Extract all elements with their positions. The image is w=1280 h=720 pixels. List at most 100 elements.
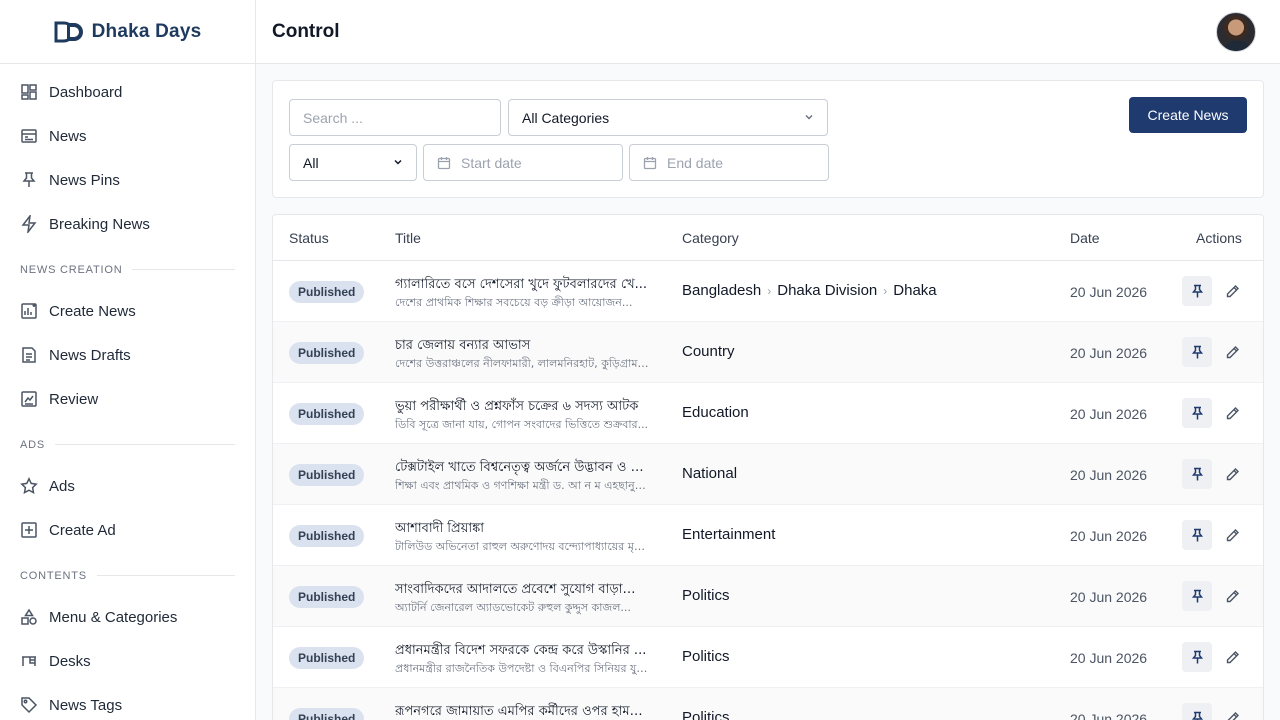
pin-icon <box>1191 711 1203 720</box>
news-summary: অ্যাটর্নি জেনারেল অ্যাডভোকেট রুহুল কুদ্দ… <box>395 601 631 614</box>
brand-logo-icon <box>54 21 83 42</box>
pin-button[interactable] <box>1182 398 1212 428</box>
avatar[interactable] <box>1216 11 1256 52</box>
brand[interactable]: Dhaka Days <box>0 0 255 64</box>
table-row[interactable]: Published গ্যালারিতে বসে দেশসেরা খুদে ফুট… <box>273 261 1263 322</box>
news-date: 20 Jun 2026 <box>1070 284 1148 300</box>
edit-button[interactable] <box>1220 581 1244 611</box>
sidebar-item-label: Menu & Categories <box>49 608 178 626</box>
star-icon <box>20 477 38 495</box>
create-news-button[interactable]: Create News <box>1129 97 1247 133</box>
table-header: Status Title Category Date Actions <box>273 215 1263 261</box>
news-title[interactable]: ভুয়া পরীক্ষার্থী ও প্রশ্নফাঁস চক্রের ৬ … <box>395 397 650 418</box>
end-date-input[interactable]: End date <box>629 144 829 181</box>
news-summary: দেশের প্রাথমিক শিক্ষার সবচেয়ে বড় ক্রীড… <box>395 296 633 309</box>
section-divider <box>96 575 235 576</box>
sidebar-item-menu-categories[interactable]: Menu & Categories <box>0 595 255 639</box>
news-date: 20 Jun 2026 <box>1070 345 1148 361</box>
status-badge: Published <box>289 586 365 608</box>
pin-icon <box>1191 528 1203 541</box>
status-select[interactable]: All <box>289 144 417 181</box>
search-input[interactable]: Search ... <box>289 99 501 136</box>
chevron-down-icon <box>805 114 813 120</box>
pencil-icon <box>1226 650 1239 663</box>
news-summary: টালিউড অভিনেতা রাহুল অরুণোদয় বন্দ্যোপাধ… <box>395 540 650 553</box>
table-row[interactable]: Published রূপনগরে জামায়াত এমপির কর্মীদের… <box>273 688 1263 720</box>
column-actions: Actions <box>1196 230 1242 246</box>
pin-button[interactable] <box>1182 337 1212 367</box>
category-select[interactable]: All Categories <box>508 99 828 136</box>
sidebar-item-news-pins[interactable]: News Pins <box>0 158 255 202</box>
edit-button[interactable] <box>1220 703 1244 720</box>
category-breadcrumb: Politics <box>682 648 730 665</box>
section-label: NEWS CREATION <box>20 263 123 276</box>
sidebar-item-label: Desks <box>49 652 91 670</box>
pencil-icon <box>1226 589 1239 602</box>
start-date-input[interactable]: Start date <box>423 144 623 181</box>
brand-name: Dhaka Days <box>91 20 202 42</box>
sidebar-item-label: Dashboard <box>49 83 123 101</box>
table-row[interactable]: Published টেক্সটাইল খাতে বিশ্বনেতৃত্ব অর্… <box>273 444 1263 505</box>
plus-square-icon <box>20 521 38 539</box>
pin-button[interactable] <box>1182 520 1212 550</box>
sidebar-item-news[interactable]: News <box>0 114 255 158</box>
category-breadcrumb: Education <box>682 404 749 421</box>
table-row[interactable]: Published চার জেলায় বন্যার আভাস দেশের উত্… <box>273 322 1263 383</box>
pin-button[interactable] <box>1182 642 1212 672</box>
news-summary: ডিবি সূত্রে জানা যায়, গোপন সংবাদের ভিত্… <box>395 418 649 431</box>
edit-button[interactable] <box>1220 642 1244 672</box>
news-title[interactable]: রূপনগরে জামায়াত এমপির কর্মীদের ওপর হামল… <box>395 702 650 720</box>
pin-button[interactable] <box>1182 581 1212 611</box>
pencil-icon <box>1226 406 1239 419</box>
sidebar-item-news-tags[interactable]: News Tags <box>0 683 255 720</box>
category-breadcrumb: Country <box>682 343 735 360</box>
table-row[interactable]: Published আশাবাদী প্রিয়াঙ্কা টালিউড অভিনে… <box>273 505 1263 566</box>
sidebar-item-label: Ads <box>49 477 75 495</box>
sidebar-item-create-ad[interactable]: Create Ad <box>0 508 255 552</box>
news-date: 20 Jun 2026 <box>1070 589 1148 605</box>
sidebar-item-ads[interactable]: Ads <box>0 464 255 508</box>
sidebar-item-dashboard[interactable]: Dashboard <box>0 70 255 114</box>
category-breadcrumb: Bangladesh › Dhaka Division › Dhaka <box>682 282 937 299</box>
table-body: Published গ্যালারিতে বসে দেশসেরা খুদে ফুট… <box>273 261 1263 720</box>
news-date: 20 Jun 2026 <box>1070 711 1148 720</box>
top-header: Control <box>256 0 1280 64</box>
news-title[interactable]: টেক্সটাইল খাতে বিশ্বনেতৃত্ব অর্জনে উদ্ভা… <box>395 458 650 479</box>
status-badge: Published <box>289 647 365 669</box>
sidebar-item-label: Create Ad <box>49 521 116 539</box>
edit-button[interactable] <box>1220 276 1244 306</box>
bolt-icon <box>20 215 38 233</box>
news-date: 20 Jun 2026 <box>1070 650 1148 666</box>
sidebar-item-breaking-news[interactable]: Breaking News <box>0 202 255 246</box>
edit-button[interactable] <box>1220 459 1244 489</box>
edit-button[interactable] <box>1220 337 1244 367</box>
section-divider <box>55 444 235 445</box>
pin-icon <box>1191 650 1203 663</box>
pin-button[interactable] <box>1182 276 1212 306</box>
sidebar-item-review[interactable]: Review <box>0 377 255 421</box>
create-news-icon <box>20 302 38 320</box>
table-row[interactable]: Published প্রধানমন্ত্রীর বিদেশ সফরকে কেন্… <box>273 627 1263 688</box>
status-badge: Published <box>289 342 365 364</box>
category-breadcrumb: Politics <box>682 709 730 720</box>
column-title: Title <box>395 230 421 246</box>
category-name: National <box>682 465 738 482</box>
news-title[interactable]: আশাবাদী প্রিয়াঙ্কা <box>395 519 650 540</box>
news-title[interactable]: সাংবাদিকদের আদালতে প্রবেশে সুযোগ বাড়ানো… <box>395 580 650 601</box>
pin-button[interactable] <box>1182 703 1212 720</box>
edit-button[interactable] <box>1220 398 1244 428</box>
sidebar-item-label: News Pins <box>49 171 120 189</box>
chevron-right-icon: › <box>767 283 772 298</box>
news-title[interactable]: চার জেলায় বন্যার আভাস <box>395 336 650 357</box>
edit-button[interactable] <box>1220 520 1244 550</box>
table-row[interactable]: Published সাংবাদিকদের আদালতে প্রবেশে সুযো… <box>273 566 1263 627</box>
news-title[interactable]: প্রধানমন্ত্রীর বিদেশ সফরকে কেন্দ্র করে উ… <box>395 641 650 662</box>
news-title[interactable]: গ্যালারিতে বসে দেশসেরা খুদে ফুটবলারদের খ… <box>395 275 650 296</box>
sidebar-item-news-drafts[interactable]: News Drafts <box>0 333 255 377</box>
pin-button[interactable] <box>1182 459 1212 489</box>
sidebar-item-desks[interactable]: Desks <box>0 639 255 683</box>
pin-icon <box>1191 406 1203 419</box>
sidebar-item-create-news[interactable]: Create News <box>0 289 255 333</box>
table-row[interactable]: Published ভুয়া পরীক্ষার্থী ও প্রশ্নফাঁস … <box>273 383 1263 444</box>
sidebar-item-label: News Drafts <box>49 346 131 364</box>
